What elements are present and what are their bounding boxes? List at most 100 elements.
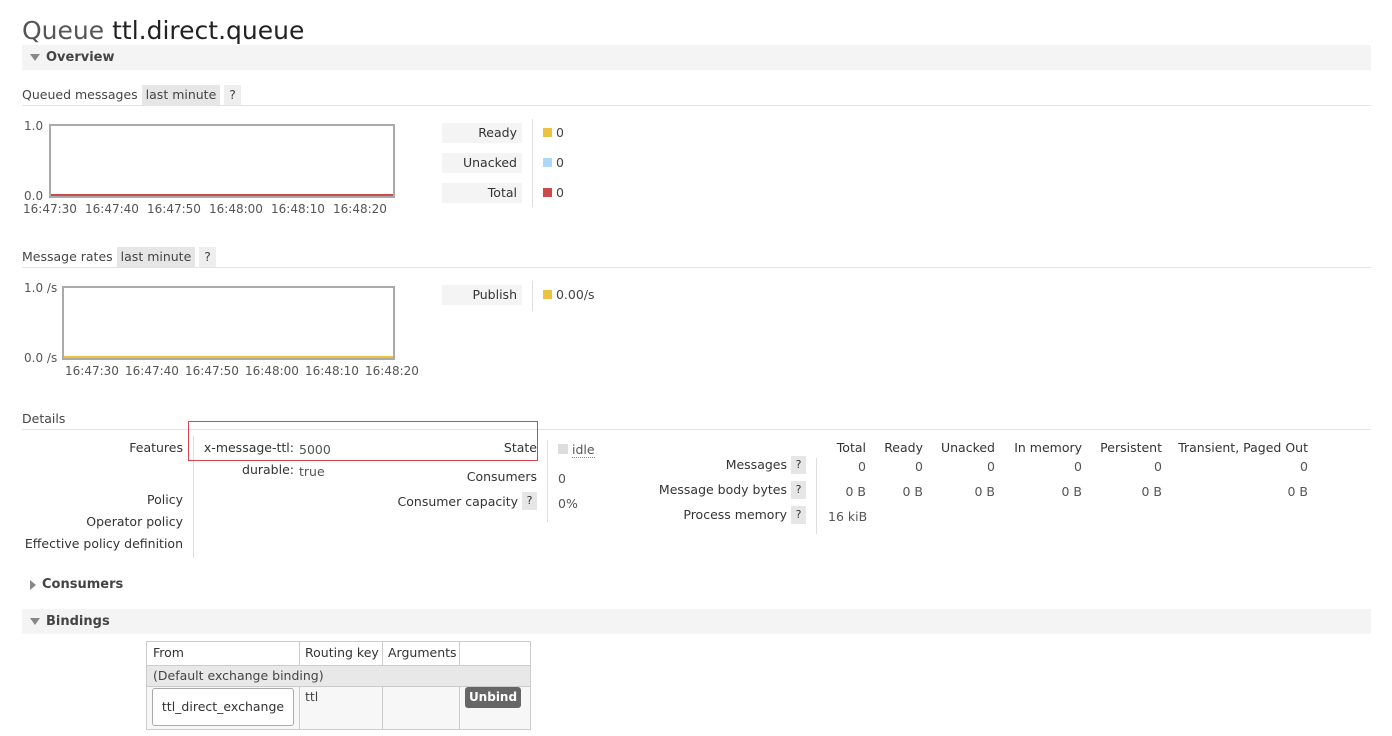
messages-unacked: 0 [987,459,995,474]
messages-help[interactable]: ? [791,456,806,474]
total-value: 0 [555,185,564,200]
queued-chart-y-min: 0.0 [24,189,44,203]
arg-value-durable: true [299,464,325,479]
swatch-unacked [543,158,552,167]
details-header: Details [22,411,66,426]
queued-messages-header: Queued messages last minute? [22,84,241,106]
header-routing-key: Routing key [305,645,379,660]
consumer-capacity-label: Consumer capacity [397,494,518,509]
messages-transient: 0 [1300,459,1308,474]
col-ready: Ready [884,440,923,455]
binding-routing-key: ttl [305,689,319,704]
operator-policy-label: Operator policy [86,514,183,529]
process-memory-help[interactable]: ? [791,506,806,524]
message-rates-label: Message rates [22,249,113,264]
message-rates-range[interactable]: last minute [116,247,196,267]
chevron-right-icon [30,579,36,590]
x-tick: 16:48:00 [209,202,263,216]
row-divider [382,686,383,729]
default-binding-label: (Default exchange binding) [153,668,324,683]
x-tick: 16:47:30 [65,364,119,378]
chevron-down-icon [30,618,40,625]
body-bytes-help[interactable]: ? [791,481,806,499]
queued-messages-range[interactable]: last minute [141,85,221,105]
row-divider [459,686,460,729]
state-idle-icon [558,444,568,454]
x-tick: 16:47:40 [125,364,179,378]
queued-messages-chart [49,124,395,198]
row-messages-label: Messages [725,457,787,472]
page-title: Queue ttl.direct.queue [22,14,304,48]
state-value-text: idle [572,442,595,458]
messages-persistent: 0 [1154,459,1162,474]
rates-chart-series-line [64,356,393,358]
col-unacked: Unacked [940,440,995,455]
swatch-ready [543,128,552,137]
consumers-section-label: Consumers [42,577,124,592]
legend-total-value: 0 [543,183,564,203]
queued-messages-help[interactable]: ? [224,85,241,105]
message-rates-help[interactable]: ? [199,247,216,267]
x-tick: 16:48:10 [305,364,359,378]
message-rates-chart [62,286,395,360]
legend-publish: Publish [442,285,522,305]
state-value: idle [558,442,595,458]
stats-divider [816,458,817,534]
message-rates-header: Message rates last minute? [22,246,216,268]
overview-section-label: Overview [46,50,115,65]
state-label: State [503,440,537,455]
consumer-capacity-value: 0% [558,496,578,511]
messages-in-memory: 0 [1074,459,1082,474]
unacked-value: 0 [555,155,564,170]
consumer-capacity-help[interactable]: ? [522,492,537,510]
header-divider [382,642,383,665]
overview-section-toggle[interactable]: Overview [22,45,1371,70]
bytes-persistent: 0 B [1141,484,1162,499]
row-process-memory-label: Process memory [683,507,787,522]
header-divider [299,642,300,665]
x-tick: 16:47:50 [185,364,239,378]
message-rates-divider [22,267,1371,268]
legend-unacked-value: 0 [543,153,564,173]
consumers-section-toggle[interactable]: Consumers [22,572,1371,597]
swatch-total [543,188,552,197]
x-tick: 16:47:40 [85,202,139,216]
col-in-memory: In memory [1014,440,1082,455]
bytes-unacked: 0 B [974,484,995,499]
row-divider [299,686,300,729]
chevron-down-icon [30,54,40,61]
state-col-divider [547,440,548,522]
binding-row: ttl_direct_exchange ttl Unbind [147,686,530,729]
row-body-bytes-label: Message body bytes [658,482,787,497]
legend-ready: Ready [442,123,522,143]
queued-chart-y-max: 1.0 [24,119,44,133]
default-binding-row: (Default exchange binding) [147,666,530,687]
binding-source-exchange[interactable]: ttl_direct_exchange [152,688,294,726]
header-divider [459,642,460,665]
bytes-in-memory: 0 B [1061,484,1082,499]
legend-unacked: Unacked [442,153,522,173]
effective-policy-label: Effective policy definition [24,536,183,551]
legend-ready-value: 0 [543,123,564,143]
x-tick: 16:47:30 [23,202,77,216]
swatch-publish [543,290,552,299]
unbind-button[interactable]: Unbind [465,687,521,708]
bindings-section-label: Bindings [46,614,110,629]
page-title-prefix: Queue [22,16,105,45]
messages-ready: 0 [915,459,923,474]
legend-publish-value: 0.00/s [543,285,595,305]
x-tick: 16:48:10 [271,202,325,216]
legend-divider [532,119,533,207]
bindings-section-toggle[interactable]: Bindings [22,609,1371,634]
header-from: From [153,645,184,660]
bytes-ready: 0 B [902,484,923,499]
x-tick: 16:48:00 [245,364,299,378]
bytes-transient: 0 B [1287,484,1308,499]
x-tick: 16:47:50 [147,202,201,216]
queued-messages-divider [22,105,1371,106]
consumers-label: Consumers [466,469,537,484]
x-tick: 16:48:20 [333,202,387,216]
publish-value: 0.00/s [555,287,595,302]
rates-chart-y-max: 1.0 /s [24,281,58,295]
ready-value: 0 [555,125,564,140]
